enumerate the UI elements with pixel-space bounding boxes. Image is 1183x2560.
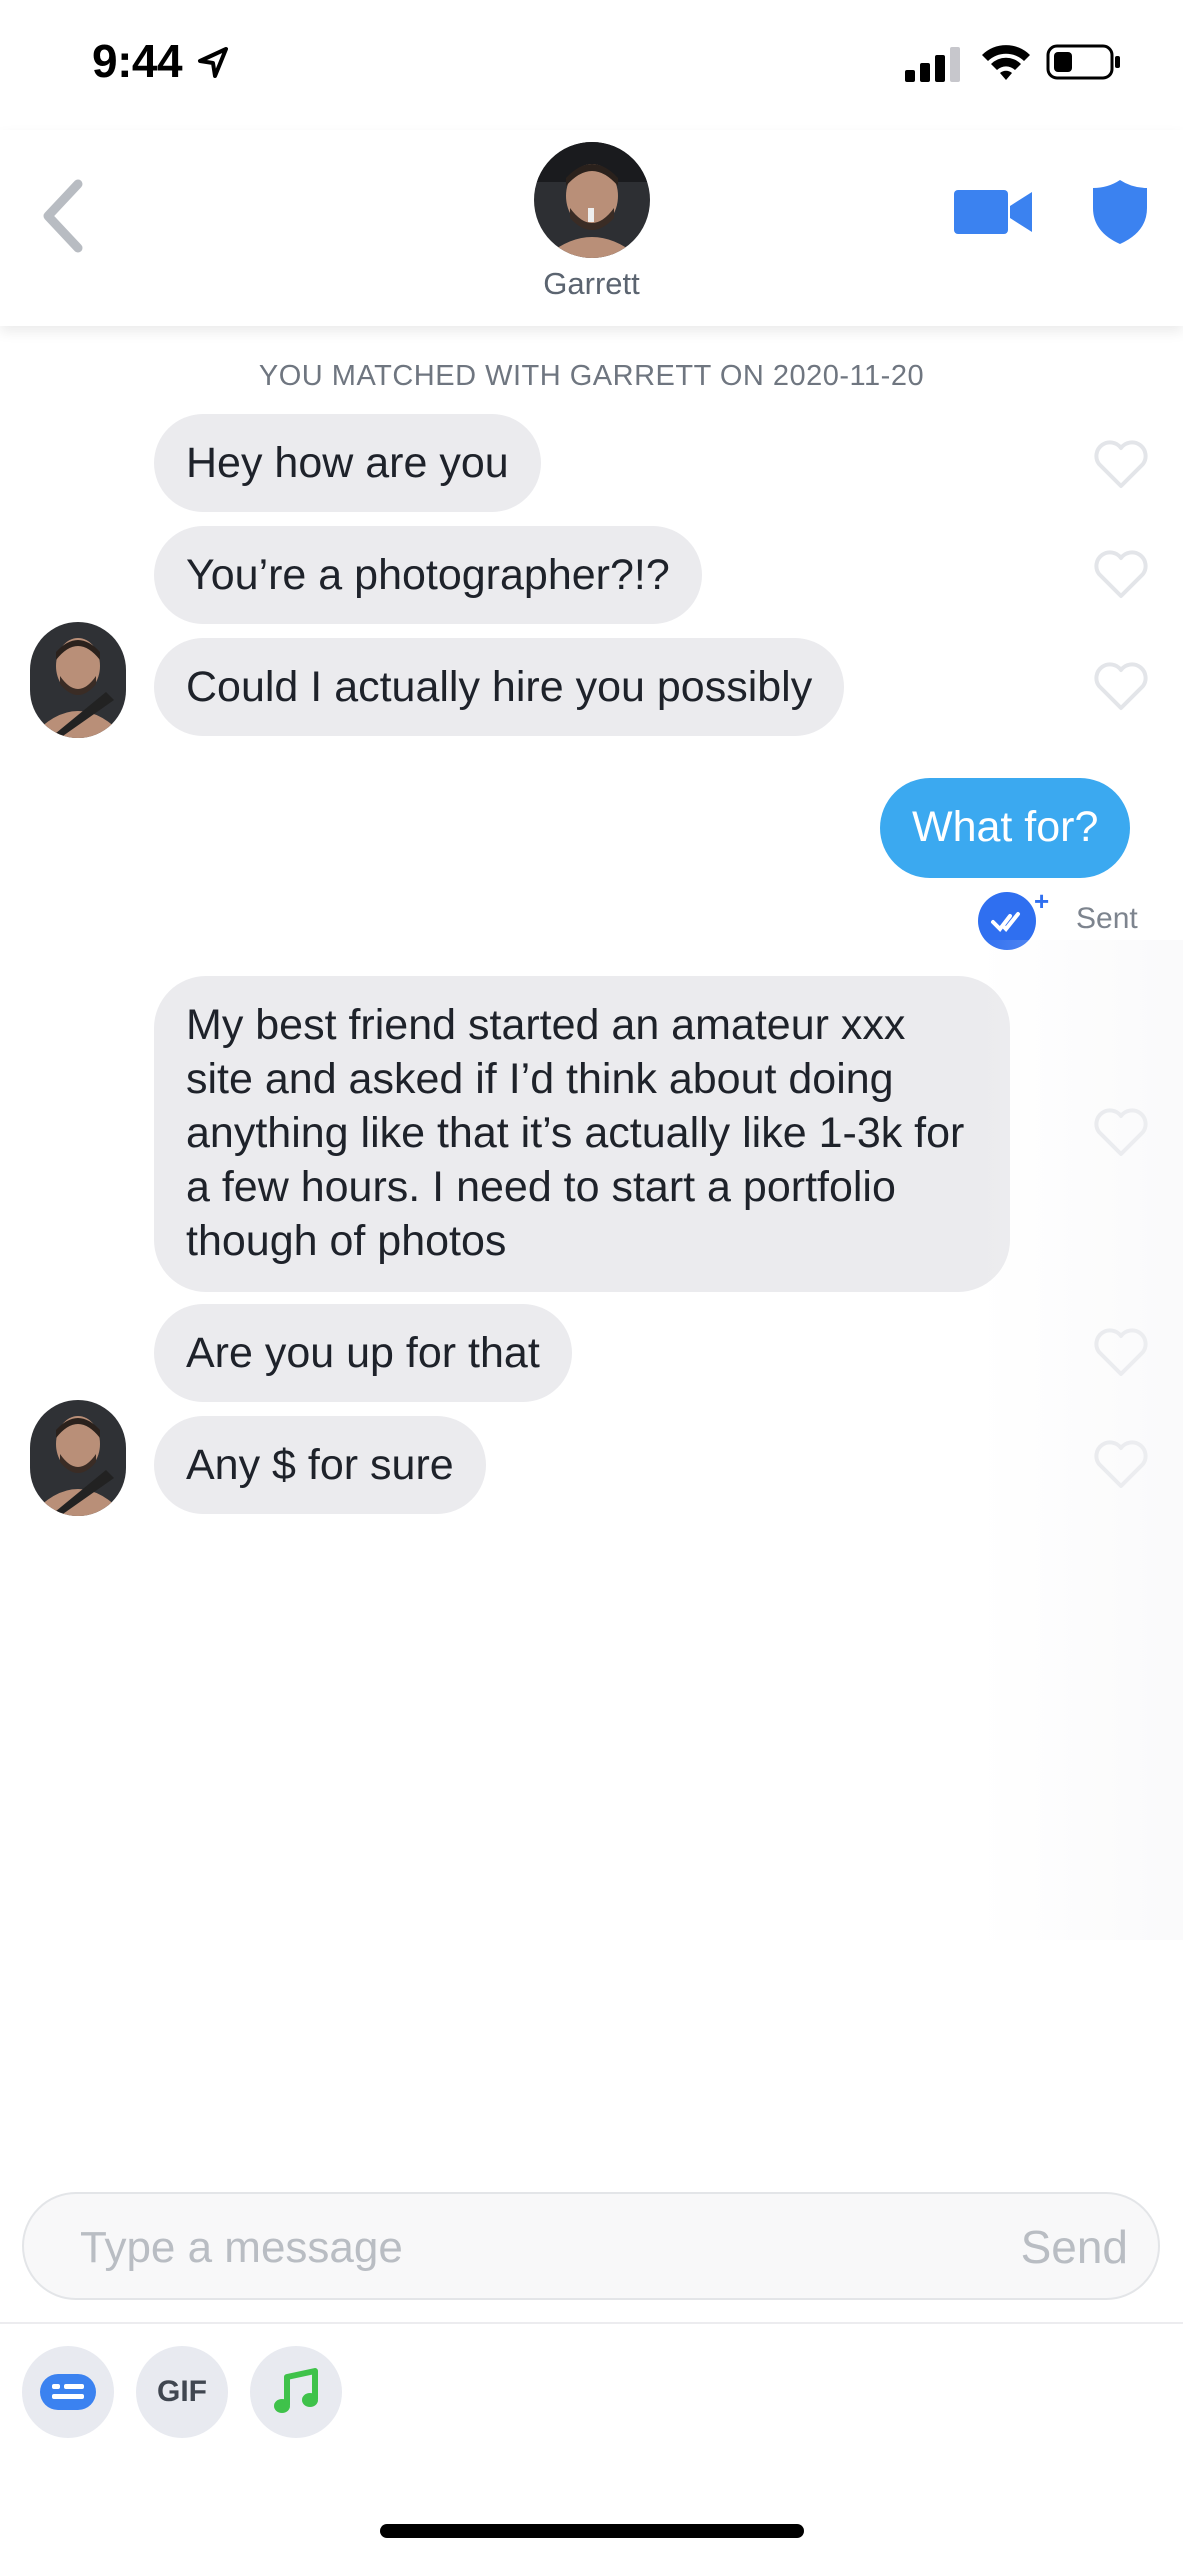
plus-icon: + [1034,886,1050,916]
chevron-left-icon[interactable] [34,176,94,256]
status-time: 9:44 [92,35,183,87]
cell-signal-icon [905,47,960,82]
message-bubble-received[interactable]: Are you up for that [154,1304,572,1402]
video-camera-icon[interactable] [954,184,1034,240]
message-bubble-received[interactable]: Could I actually hire you possibly [154,638,845,736]
divider [0,2322,1183,2324]
background-shade [978,940,1183,1940]
heart-icon[interactable] [1093,440,1149,490]
battery-icon [1046,44,1120,80]
music-note-icon [274,2368,318,2413]
message-bubble-received[interactable]: You’re a photographer?!? [154,526,702,624]
home-indicator[interactable] [380,2524,804,2538]
message-composer: Send [22,2192,1160,2300]
chat-screen: 9:44 Garrett YOU MATCHED WITH GARRETT ON… [0,0,1183,2560]
music-button[interactable] [250,2346,342,2438]
heart-icon[interactable] [1093,550,1149,600]
sticker-button[interactable] [22,2346,114,2438]
message-bubble-received[interactable]: Any $ for sure [154,1416,486,1514]
message-bubble-received[interactable]: My best friend started an amateur xxx si… [154,976,1010,1292]
gif-button[interactable]: GIF [136,2346,228,2438]
message-bubble-sent[interactable]: What for? [880,778,1131,878]
sticker-icon [40,2374,96,2410]
send-button[interactable]: Send [1021,2220,1128,2274]
chat-header: Garrett [0,130,1183,326]
status-bar: 9:44 [0,0,1183,130]
message-input[interactable] [80,2218,880,2278]
contact-avatar-small[interactable] [30,1400,126,1516]
sent-status: Sent [1076,902,1138,935]
shield-icon[interactable] [1090,178,1150,246]
wifi-icon [982,45,1030,80]
gif-icon: GIF [157,2375,207,2408]
contact-avatar[interactable] [534,142,650,258]
location-arrow-icon [198,47,228,78]
message-bubble-received[interactable]: Hey how are you [154,414,541,512]
contact-name[interactable]: Garrett [0,266,1183,302]
match-date-note: YOU MATCHED WITH GARRETT ON 2020-11-20 [258,360,925,392]
contact-avatar-small[interactable] [30,622,126,738]
heart-icon[interactable] [1093,662,1149,712]
